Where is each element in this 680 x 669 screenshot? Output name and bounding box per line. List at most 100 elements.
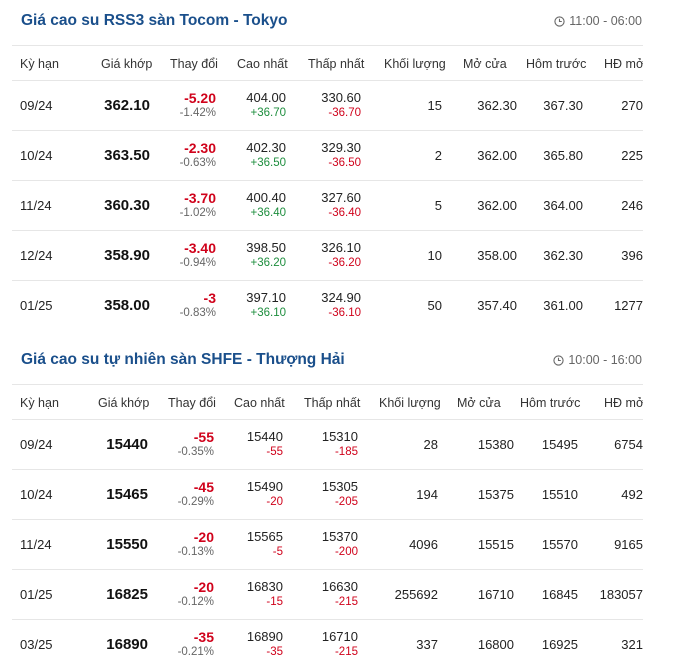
section-title: Giá cao su RSS3 sàn Tocom - Tokyo <box>21 12 288 29</box>
high-diff: +36.70 <box>250 107 287 119</box>
low-diff: -215 <box>334 646 358 658</box>
term: 12/24 <box>20 248 53 263</box>
match-price: 363.50 <box>104 147 150 164</box>
low-value: 16710 <box>321 629 358 644</box>
volume: 2 <box>434 148 442 163</box>
high-value: 402.30 <box>246 140 286 155</box>
clock-icon <box>553 354 564 366</box>
open-interest: 225 <box>621 148 643 163</box>
shfe-section: Giá cao su tự nhiên sàn SHFE - Thượng Hả… <box>0 330 680 660</box>
col-price: Giá khớp <box>101 57 153 71</box>
high-value: 15565 <box>246 529 283 544</box>
low-value: 324.90 <box>321 290 361 305</box>
prev-close: 367.30 <box>543 98 583 113</box>
prev-close: 16845 <box>541 587 578 602</box>
high-diff: +36.10 <box>250 307 287 319</box>
table-header: Kỳ hạn Giá khớp Thay đổi Cao nhất Thấp n… <box>12 46 643 81</box>
change-value: -45 <box>193 479 214 495</box>
col-low: Thấp nhất <box>308 57 365 71</box>
table-row[interactable]: 01/25 16825 -20 -0.12% 16830 -15 16630 -… <box>12 570 643 620</box>
table-row[interactable]: 09/24 362.10 -5.20 -1.42% 404.00 +36.70 … <box>12 81 643 131</box>
low-diff: -36.10 <box>328 307 361 319</box>
low-diff: -215 <box>334 596 358 608</box>
high-diff: +36.40 <box>250 207 287 219</box>
col-low: Thấp nhất <box>304 396 361 410</box>
table-row[interactable]: 12/24 358.90 -3.40 -0.94% 398.50 +36.20 … <box>12 231 643 281</box>
low-value: 16630 <box>321 579 358 594</box>
high-value: 16830 <box>246 579 283 594</box>
table-row[interactable]: 09/24 15440 -55 -0.35% 15440 -55 15310 -… <box>12 420 643 470</box>
high-diff: -15 <box>266 596 283 608</box>
match-price: 358.90 <box>104 247 150 264</box>
tocom-section: Giá cao su RSS3 sàn Tocom - Tokyo 11:00 … <box>0 0 680 330</box>
col-open: Mở cửa <box>457 396 501 410</box>
table-row[interactable]: 10/24 15465 -45 -0.29% 15490 -20 15305 -… <box>12 470 643 520</box>
low-diff: -36.50 <box>328 157 361 169</box>
volume: 5 <box>434 198 442 213</box>
high-diff: -5 <box>272 546 283 558</box>
high-value: 400.40 <box>246 190 286 205</box>
low-value: 330.60 <box>321 90 361 105</box>
volume: 28 <box>423 437 438 452</box>
open-interest: 492 <box>621 487 643 502</box>
low-value: 329.30 <box>321 140 361 155</box>
high-diff: -55 <box>266 446 283 458</box>
prev-close: 15570 <box>541 537 578 552</box>
open-price: 15515 <box>477 537 514 552</box>
col-volume: Khối lượng <box>384 57 446 71</box>
trading-hours-text: 11:00 - 06:00 <box>569 14 642 28</box>
col-prev: Hôm trước <box>526 57 587 71</box>
col-change: Thay đổi <box>168 396 216 410</box>
volume: 255692 <box>394 587 438 602</box>
match-price: 15550 <box>106 536 148 553</box>
volume: 10 <box>427 248 442 263</box>
term: 03/25 <box>20 637 53 652</box>
prev-close: 365.80 <box>543 148 583 163</box>
high-value: 15490 <box>246 479 283 494</box>
table-row[interactable]: 11/24 360.30 -3.70 -1.02% 400.40 +36.40 … <box>12 181 643 231</box>
high-value: 398.50 <box>246 240 286 255</box>
table-header: Kỳ hạn Giá khớp Thay đổi Cao nhất Thấp n… <box>12 385 643 420</box>
open-interest: 396 <box>621 248 643 263</box>
low-value: 15305 <box>321 479 358 494</box>
match-price: 16890 <box>106 636 148 653</box>
table-row[interactable]: 11/24 15550 -20 -0.13% 15565 -5 15370 -2… <box>12 520 643 570</box>
low-value: 15310 <box>321 429 358 444</box>
open-interest: 246 <box>621 198 643 213</box>
prev-close: 364.00 <box>543 198 583 213</box>
match-price: 16825 <box>106 586 148 603</box>
change-percent: -0.29% <box>177 496 214 508</box>
term: 09/24 <box>20 98 53 113</box>
change-percent: -0.94% <box>179 257 216 269</box>
change-percent: -0.35% <box>177 446 214 458</box>
col-high: Cao nhất <box>234 396 285 410</box>
term: 10/24 <box>20 148 53 163</box>
change-percent: -1.42% <box>179 107 216 119</box>
change-value: -3 <box>203 290 216 306</box>
open-price: 362.30 <box>477 98 517 113</box>
high-value: 15440 <box>246 429 283 444</box>
change-percent: -0.21% <box>177 646 214 658</box>
col-high: Cao nhất <box>237 57 288 71</box>
volume: 50 <box>427 298 442 313</box>
open-price: 358.00 <box>477 248 517 263</box>
tocom-table: Kỳ hạn Giá khớp Thay đổi Cao nhất Thấp n… <box>12 46 643 330</box>
table-row[interactable]: 03/25 16890 -35 -0.21% 16890 -35 16710 -… <box>12 620 643 669</box>
volume: 337 <box>416 637 438 652</box>
prev-close: 361.00 <box>543 298 583 313</box>
table-row[interactable]: 10/24 363.50 -2.30 -0.63% 402.30 +36.50 … <box>12 131 643 181</box>
table-row[interactable]: 01/25 358.00 -3 -0.83% 397.10 +36.10 324… <box>12 281 643 330</box>
prev-close: 15495 <box>541 437 578 452</box>
open-interest: 270 <box>621 98 643 113</box>
low-diff: -36.70 <box>328 107 361 119</box>
open-interest: 183057 <box>599 587 643 602</box>
open-price: 16710 <box>477 587 514 602</box>
prev-close: 16925 <box>541 637 578 652</box>
change-percent: -0.13% <box>177 546 214 558</box>
open-interest: 9165 <box>614 537 643 552</box>
change-value: -3.40 <box>184 240 216 256</box>
high-value: 397.10 <box>246 290 286 305</box>
high-diff: -20 <box>266 496 283 508</box>
term: 01/25 <box>20 587 53 602</box>
clock-icon <box>554 15 565 27</box>
